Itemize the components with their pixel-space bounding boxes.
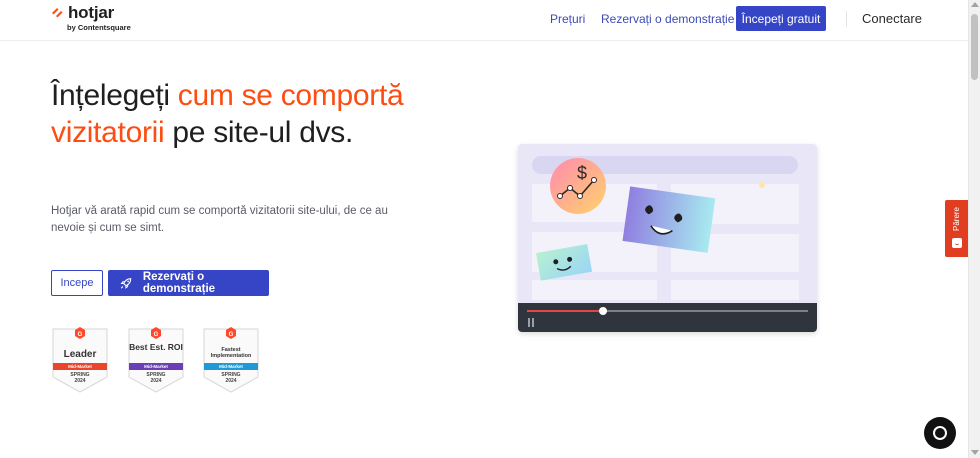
- book-demo-label: Rezervați o demonstrație: [142, 271, 216, 295]
- scroll-up-arrow-icon[interactable]: [971, 2, 979, 7]
- badge-title: Fastest Implementation: [210, 347, 252, 359]
- page: hotjar by Contentsquare Prețuri Rezervaț…: [0, 0, 980, 458]
- badge-season: SPRING 2024: [70, 372, 90, 384]
- chat-icon: [933, 426, 947, 440]
- badge-ribbon: Mid-Market: [144, 364, 168, 369]
- g2-badge-leader: G Leader Mid-Market SPRING 2024: [51, 325, 109, 393]
- hotjar-logo-icon: [52, 8, 63, 18]
- chat-button[interactable]: [924, 417, 956, 449]
- badge-title: Leader: [63, 349, 97, 360]
- svg-text:G: G: [78, 332, 83, 338]
- scroll-down-arrow-icon[interactable]: [971, 450, 979, 455]
- video-progress-track[interactable]: [527, 307, 808, 315]
- feedback-label: Părere: [952, 207, 961, 232]
- feedback-smile-icon: [952, 238, 962, 248]
- badge-ribbon: Mid-Market: [68, 364, 92, 369]
- nav-divider: [846, 11, 847, 27]
- logo-text: hotjar: [68, 2, 115, 22]
- headline-part2: pe site-ul dvs.: [164, 116, 354, 149]
- book-demo-button[interactable]: Rezervați o demonstrație: [108, 270, 269, 296]
- nav-demo-link[interactable]: Rezervați o demonstrație: [601, 12, 734, 26]
- badge-season: SPRING 2024: [146, 372, 166, 384]
- video-scrub-handle[interactable]: [598, 307, 607, 315]
- page-scrollbar[interactable]: [968, 0, 980, 458]
- svg-text:G: G: [229, 332, 234, 338]
- login-link[interactable]: Conectare: [862, 11, 922, 26]
- feedback-tab[interactable]: Părere: [945, 200, 968, 257]
- pause-icon[interactable]: [527, 318, 535, 327]
- logo-subtitle: by Contentsquare: [67, 23, 131, 32]
- rocket-icon: [120, 277, 132, 289]
- g2-badge-fastest-implementation: G Fastest Implementation Mid-Market SPRI…: [202, 325, 260, 393]
- headline-part1: Înțelegeți: [51, 79, 178, 112]
- nav-prices-link[interactable]: Prețuri: [550, 12, 585, 26]
- start-button[interactable]: Incepe: [51, 270, 103, 296]
- hotjar-logo[interactable]: hotjar by Contentsquare: [51, 3, 131, 32]
- video-controls: [518, 303, 817, 332]
- hero-subtext: Hotjar vă arată rapid cum se comportă vi…: [51, 205, 388, 234]
- site-header: hotjar by Contentsquare Prețuri Rezervaț…: [0, 0, 968, 41]
- hero-headline: Înțelegeți cum se comportă vizitatorii p…: [51, 77, 431, 151]
- badge-season: SPRING 2024: [221, 372, 241, 384]
- svg-text:$: $: [577, 163, 587, 183]
- hero-video-illustration[interactable]: $: [518, 144, 817, 332]
- video-progress-fill: [527, 310, 603, 312]
- svg-text:G: G: [154, 332, 159, 338]
- illustration-art: $: [532, 156, 799, 300]
- scroll-thumb[interactable]: [971, 14, 978, 80]
- g2-badge-best-roi: G Best Est. ROI Mid-Market SPRING 2024: [127, 325, 185, 393]
- badge-title: Best Est. ROI: [129, 342, 183, 352]
- start-free-button[interactable]: Începeți gratuit: [736, 6, 826, 31]
- badge-ribbon: Mid-Market: [219, 364, 243, 369]
